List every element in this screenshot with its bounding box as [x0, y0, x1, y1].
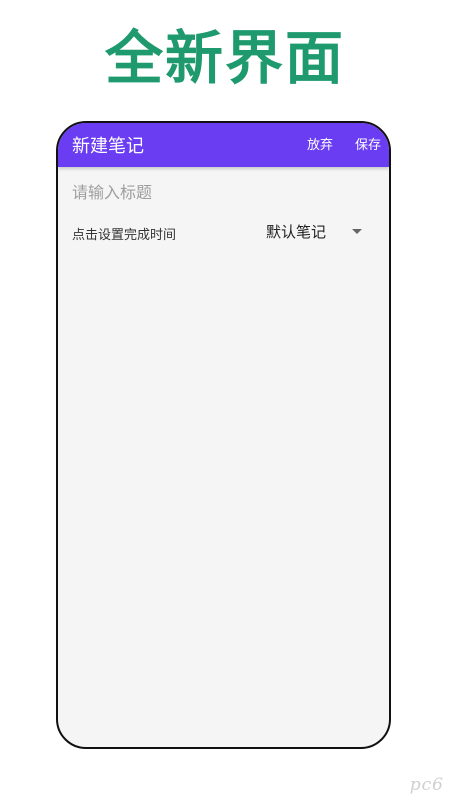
due-time-picker[interactable]: 点击设置完成时间	[72, 224, 176, 243]
promo-title: 全新界面	[104, 24, 345, 92]
category-dropdown[interactable]: 默认笔记	[266, 220, 370, 244]
save-button[interactable]: 保存	[355, 134, 381, 153]
title-input[interactable]	[72, 183, 372, 202]
dropdown-caret-icon	[352, 229, 362, 234]
phone-frame: 新建笔记 放弃 保存 点击设置完成时间 默认笔记	[56, 121, 391, 749]
discard-button[interactable]: 放弃	[307, 134, 333, 153]
app-bar: 新建笔记 放弃 保存	[58, 123, 389, 167]
page-title: 新建笔记	[72, 136, 144, 157]
category-selected-value: 默认笔记	[266, 223, 327, 241]
watermark-logo: pc6	[409, 775, 444, 795]
